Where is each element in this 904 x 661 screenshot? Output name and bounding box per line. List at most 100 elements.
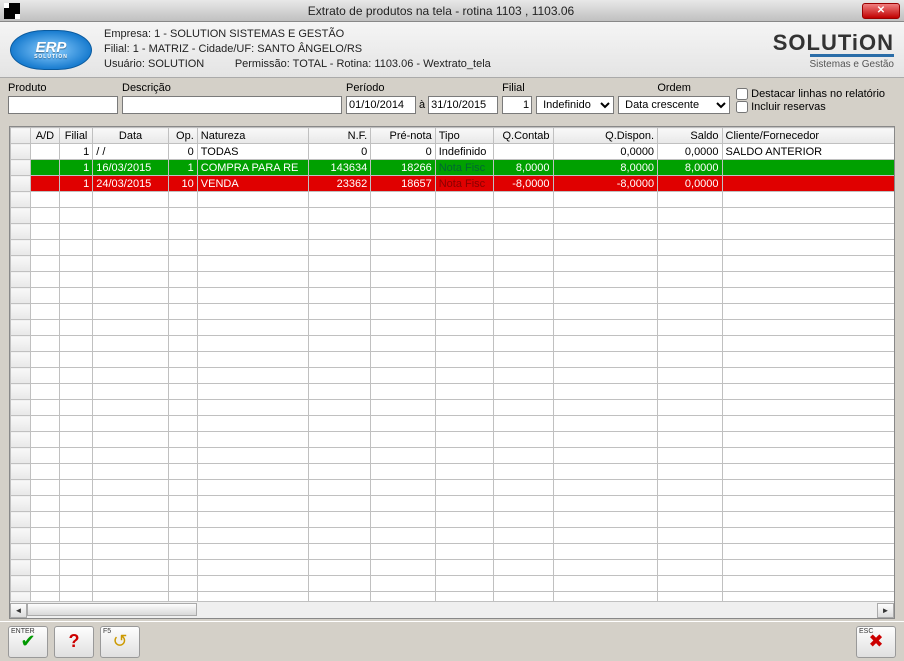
cell-empty[interactable] [493, 336, 553, 352]
cell-empty[interactable] [722, 560, 894, 576]
cell-empty[interactable] [553, 592, 658, 602]
cell-empty[interactable] [493, 512, 553, 528]
cell-empty[interactable] [493, 560, 553, 576]
table-row[interactable] [11, 576, 895, 592]
cell-empty[interactable] [435, 448, 493, 464]
row-header[interactable] [11, 144, 31, 160]
cell-nf[interactable]: 0 [308, 144, 370, 160]
cell-filial[interactable]: 1 [59, 176, 92, 192]
cell-empty[interactable] [31, 496, 60, 512]
table-row[interactable] [11, 256, 895, 272]
cell-empty[interactable] [493, 464, 553, 480]
cell-empty[interactable] [31, 192, 60, 208]
cell-empty[interactable] [197, 336, 308, 352]
cell-empty[interactable] [493, 544, 553, 560]
table-row[interactable] [11, 480, 895, 496]
row-header[interactable] [11, 240, 31, 256]
row-header[interactable] [11, 512, 31, 528]
cell-empty[interactable] [722, 512, 894, 528]
cell-empty[interactable] [93, 368, 169, 384]
cell-empty[interactable] [553, 208, 658, 224]
cell-empty[interactable] [168, 496, 197, 512]
cell-empty[interactable] [168, 272, 197, 288]
table-row[interactable] [11, 288, 895, 304]
cell-ad[interactable] [31, 160, 60, 176]
cell-empty[interactable] [31, 480, 60, 496]
cell-empty[interactable] [168, 336, 197, 352]
table-row[interactable] [11, 464, 895, 480]
row-header[interactable] [11, 448, 31, 464]
cell-empty[interactable] [435, 208, 493, 224]
cell-empty[interactable] [308, 544, 370, 560]
row-header[interactable] [11, 464, 31, 480]
cell-empty[interactable] [658, 496, 722, 512]
cell-empty[interactable] [168, 288, 197, 304]
cell-empty[interactable] [93, 544, 169, 560]
cell-empty[interactable] [31, 432, 60, 448]
cell-empty[interactable] [371, 304, 435, 320]
cell-empty[interactable] [553, 480, 658, 496]
cell-empty[interactable] [197, 592, 308, 602]
f5-button[interactable]: F5 ↺ [100, 626, 140, 658]
cell-nf[interactable]: 143634 [308, 160, 370, 176]
cell-empty[interactable] [435, 272, 493, 288]
cell-empty[interactable] [553, 432, 658, 448]
esc-button[interactable]: ESC ✖ [856, 626, 896, 658]
cell-empty[interactable] [371, 576, 435, 592]
cell-empty[interactable] [168, 464, 197, 480]
cell-empty[interactable] [371, 400, 435, 416]
cell-empty[interactable] [197, 544, 308, 560]
cell-empty[interactable] [93, 256, 169, 272]
col-natureza[interactable]: Natureza [197, 128, 308, 144]
cell-empty[interactable] [197, 352, 308, 368]
cell-empty[interactable] [435, 432, 493, 448]
cell-empty[interactable] [435, 576, 493, 592]
cell-empty[interactable] [59, 448, 92, 464]
table-row[interactable] [11, 592, 895, 602]
cell-empty[interactable] [371, 480, 435, 496]
cell-empty[interactable] [722, 192, 894, 208]
cell-empty[interactable] [308, 560, 370, 576]
cell-empty[interactable] [93, 352, 169, 368]
cell-empty[interactable] [722, 208, 894, 224]
cell-empty[interactable] [59, 480, 92, 496]
cell-empty[interactable] [59, 560, 92, 576]
row-header[interactable] [11, 288, 31, 304]
cell-empty[interactable] [493, 432, 553, 448]
cell-empty[interactable] [93, 240, 169, 256]
cell-natureza[interactable]: VENDA [197, 176, 308, 192]
cell-empty[interactable] [93, 576, 169, 592]
cell-empty[interactable] [197, 560, 308, 576]
cell-empty[interactable] [93, 448, 169, 464]
cell-natureza[interactable]: TODAS [197, 144, 308, 160]
cell-data[interactable]: 24/03/2015 [93, 176, 169, 192]
row-header[interactable] [11, 192, 31, 208]
cell-empty[interactable] [308, 288, 370, 304]
cell-empty[interactable] [435, 256, 493, 272]
cell-empty[interactable] [722, 416, 894, 432]
cell-empty[interactable] [435, 352, 493, 368]
cell-empty[interactable] [197, 240, 308, 256]
cell-empty[interactable] [197, 320, 308, 336]
col-cliente[interactable]: Cliente/Fornecedor [722, 128, 894, 144]
cell-empty[interactable] [371, 368, 435, 384]
cell-empty[interactable] [435, 384, 493, 400]
table-row[interactable] [11, 512, 895, 528]
cell-qcontab[interactable] [493, 144, 553, 160]
cell-empty[interactable] [658, 592, 722, 602]
cell-empty[interactable] [435, 416, 493, 432]
col-qcontab[interactable]: Q.Contab [493, 128, 553, 144]
cell-empty[interactable] [493, 576, 553, 592]
cell-empty[interactable] [435, 192, 493, 208]
cell-empty[interactable] [553, 544, 658, 560]
cell-empty[interactable] [493, 352, 553, 368]
cell-empty[interactable] [722, 464, 894, 480]
cell-natureza[interactable]: COMPRA PARA RE [197, 160, 308, 176]
cell-empty[interactable] [722, 368, 894, 384]
cell-empty[interactable] [168, 560, 197, 576]
cell-empty[interactable] [197, 384, 308, 400]
cell-empty[interactable] [31, 560, 60, 576]
cell-empty[interactable] [93, 304, 169, 320]
cell-empty[interactable] [168, 304, 197, 320]
filial-input[interactable] [502, 96, 532, 114]
